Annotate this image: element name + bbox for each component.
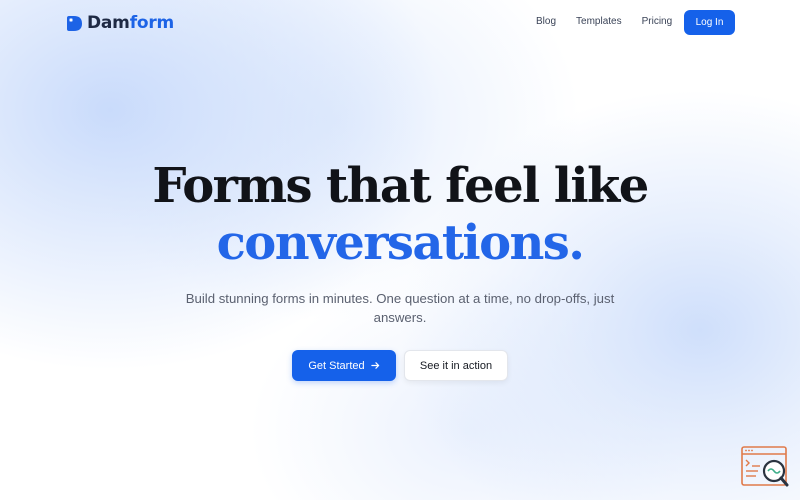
hero-title-line1: Forms that feel like — [152, 158, 649, 214]
nav-link-templates[interactable]: Templates — [576, 16, 622, 27]
arrow-right-icon — [370, 362, 379, 369]
see-it-in-action-button[interactable]: See it in action — [404, 350, 508, 381]
nav-links: Blog Templates Pricing — [536, 16, 672, 27]
brand-name-part1: Dam — [87, 13, 130, 33]
brand-logo[interactable]: Damform — [66, 13, 174, 33]
hero-title: Forms that feel like conversations. — [0, 158, 800, 272]
nav-link-blog[interactable]: Blog — [536, 16, 556, 27]
hero-subtitle: Build stunning forms in minutes. One que… — [185, 291, 615, 325]
top-navbar: Damform Blog Templates Pricing Log In — [0, 0, 800, 46]
brand-name: Damform — [87, 13, 174, 33]
nav-link-pricing[interactable]: Pricing — [642, 16, 673, 27]
hero-title-line2: conversations. — [216, 215, 585, 271]
search-document-icon[interactable] — [740, 445, 790, 490]
logo-icon — [67, 15, 82, 31]
get-started-label: Get Started — [308, 359, 365, 372]
login-button[interactable]: Log In — [684, 10, 735, 35]
get-started-button[interactable]: Get Started — [292, 350, 396, 381]
brand-name-part2: form — [129, 13, 175, 33]
